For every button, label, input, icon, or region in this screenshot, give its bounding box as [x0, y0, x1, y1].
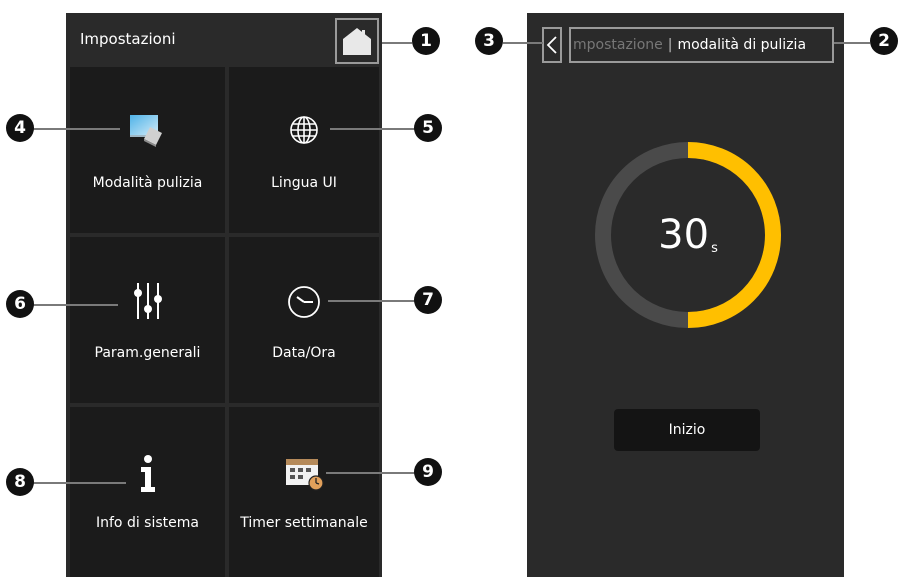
start-button[interactable]: Inizio [614, 409, 760, 451]
callout-badge-2: 2 [870, 27, 898, 55]
breadcrumb: mpostazione | modalità di pulizia [569, 27, 834, 63]
callout-badge-1: 1 [412, 27, 440, 55]
callout-line-2 [834, 42, 870, 44]
callout-line-8 [32, 482, 126, 484]
tile-system-info[interactable]: Info di sistema [70, 407, 225, 577]
tile-label: Modalità pulizia [92, 175, 203, 191]
callout-badge-5: 5 [414, 114, 442, 142]
globe-icon [290, 116, 318, 144]
clock-icon [288, 286, 320, 318]
page-title: Impostazioni [80, 30, 176, 48]
weekly-timer-icon [286, 459, 324, 491]
tile-general-parameters[interactable]: Param.generali [70, 237, 225, 403]
callout-line-7 [328, 300, 418, 302]
tile-cleaning-mode[interactable]: Modalità pulizia [70, 67, 225, 233]
timer-display: 30 s [593, 140, 783, 330]
callout-badge-9: 9 [414, 458, 442, 486]
tile-label: Lingua UI [271, 175, 337, 191]
info-icon [140, 455, 155, 492]
tile-label: Timer settimanale [240, 515, 368, 531]
tile-date-time[interactable]: Data/Ora [229, 237, 379, 403]
callout-badge-7: 7 [414, 286, 442, 314]
callout-line-9 [326, 472, 418, 474]
callout-line-3 [503, 42, 543, 44]
tile-weekly-timer[interactable]: Timer settimanale [229, 407, 379, 577]
tile-label: Info di sistema [96, 515, 199, 531]
chevron-left-icon [546, 36, 557, 54]
timer-value: 30 [658, 212, 710, 258]
cleaning-mode-icon [129, 115, 162, 147]
callout-badge-6: 6 [6, 290, 34, 318]
home-button[interactable] [335, 18, 379, 64]
tile-ui-language[interactable]: Lingua UI [229, 67, 379, 233]
callout-badge-8: 8 [6, 468, 34, 496]
breadcrumb-parent[interactable]: mpostazione [573, 37, 663, 53]
cleaning-mode-screen: mpostazione | modalità di pulizia 30 s I… [527, 13, 844, 577]
callout-badge-4: 4 [6, 114, 34, 142]
breadcrumb-current: modalità di pulizia [677, 37, 807, 53]
callout-badge-3: 3 [475, 27, 503, 55]
breadcrumb-separator: | [667, 37, 673, 53]
sliders-icon [133, 283, 162, 319]
tile-label: Param.generali [94, 345, 201, 361]
home-icon [343, 28, 371, 55]
callout-line-5 [330, 128, 418, 130]
timer-unit: s [711, 240, 718, 256]
tile-label: Data/Ora [272, 345, 336, 361]
callout-line-6 [32, 304, 118, 306]
back-button[interactable] [542, 27, 562, 63]
settings-screen: Impostazioni Modalità pulizia Lingua UI … [66, 13, 382, 577]
callout-line-4 [32, 128, 120, 130]
callout-line-1 [382, 42, 412, 44]
